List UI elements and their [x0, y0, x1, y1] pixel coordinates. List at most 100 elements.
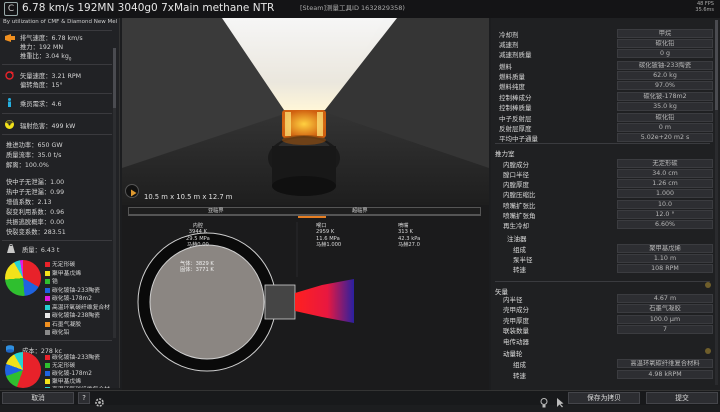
reflector-dropdown[interactable]: 碳化铅	[617, 113, 713, 122]
moderator-mass-label: 减速剂质量	[499, 51, 532, 59]
regen-label: 再生冷却	[503, 222, 529, 230]
fission-utilization: 裂变利用系数：0.96	[6, 209, 65, 216]
right-scrollbar-thumb[interactable]	[715, 20, 718, 110]
section-toggle-icon[interactable]	[705, 282, 711, 288]
inner-thickness-label: 内膛厚度	[503, 181, 529, 189]
liner-dropdown[interactable]: 无定形碳	[617, 159, 713, 168]
regen-field[interactable]: 6.60%	[617, 220, 713, 229]
flywheel-material-dropdown[interactable]: 高温环氧碳纤维复合材料	[617, 359, 713, 368]
avg-flux-field[interactable]: 5.02e+20 m2 s	[617, 133, 713, 142]
shell-material-label: 壳甲成分	[503, 306, 529, 314]
engine-render	[122, 18, 489, 205]
cancel-button[interactable]: 取消	[2, 392, 74, 404]
reflector-thickness-label: 反射层厚度	[499, 125, 532, 133]
left-scrollbar-thumb[interactable]	[113, 48, 116, 108]
design-subtitle: By utilization of CMF & Diamond New Melt…	[3, 19, 117, 25]
pump-radius-field[interactable]: 1.10 m	[617, 254, 713, 263]
submit-button[interactable]: 提交	[646, 392, 718, 404]
legend-swatch	[45, 387, 50, 388]
play-button[interactable]	[125, 184, 139, 198]
save-as-copy-button[interactable]: 保存为拷贝	[568, 392, 640, 404]
engine-config-panel: 冷却剂 甲烷 减速剂 碳化铅 减速剂质量 0 g 燃料 碳化铍铀-233陶瓷 燃料质量 62.0 …	[491, 18, 720, 390]
temperature-readout: 气体：3829 K 固体：3771 K	[180, 261, 214, 274]
window-title: 6.78 km/s 192MN 3040g0 7xMain methane NT…	[22, 2, 275, 14]
moderator-mass-field[interactable]: 0 g	[617, 49, 713, 58]
throat-radius-field[interactable]: 34.0 cm	[617, 169, 713, 178]
fuel-label: 燃料	[499, 63, 512, 71]
thrust-weight-ratio: 推重比：3.04 kg0	[20, 53, 72, 62]
cost-legend-item: 高温环氧碳纤维复合材	[45, 384, 110, 388]
app-logo-icon: C	[4, 2, 18, 16]
throat-radius-label: 膛口半径	[503, 171, 529, 179]
crew-requirement: 乘员需求：4.6	[20, 101, 62, 108]
thrust-power: 推进功率：650 GW	[6, 142, 63, 149]
injector-section-header[interactable]: 注油器	[507, 233, 527, 243]
fast-fission-factor: 快裂变系数：283.51	[6, 229, 66, 236]
flywheel-speed-field[interactable]: 4.98 kRPM	[617, 370, 713, 379]
mass-legend-item: 碳化铅	[45, 327, 69, 336]
crew-person-icon	[8, 98, 11, 107]
injector-material-label: 组成	[513, 246, 526, 254]
nozzle-angle-field[interactable]: 12.0 °	[617, 210, 713, 219]
engine-dimensions: 10.5 m x 10.5 m x 12.7 m	[144, 193, 233, 201]
engine-cross-section	[137, 222, 354, 372]
pump-radius-label: 泵半径	[513, 256, 533, 264]
engine-count-label: 联装数量	[503, 327, 529, 335]
pump-speed-field[interactable]: 108 RPM	[617, 264, 713, 273]
chamber-ratio-field[interactable]: 1.000	[617, 189, 713, 198]
vector-deflection: 偏转角度：15°	[20, 82, 63, 89]
chamber-section-header[interactable]: 推力室	[495, 148, 515, 158]
fuel-dropdown[interactable]: 碳化铍铀-233陶瓷	[617, 61, 713, 70]
flow-regime-bar	[128, 207, 481, 215]
legend-swatch	[45, 330, 50, 335]
section-toggle-icon[interactable]	[705, 348, 711, 354]
throat-conditions: 喉口 2959 K 11.6 MPa 马赫1.000	[316, 223, 342, 248]
fuel-mass-field[interactable]: 62.0 kg	[617, 71, 713, 80]
help-button[interactable]: ?	[78, 392, 90, 404]
vector-rotation-icon	[5, 71, 14, 80]
chamber-conditions: 内腔 3944 K 29.5 MPa 马赫0.00	[186, 223, 210, 248]
nozzle-angle-label: 喷嘴扩张角	[503, 212, 536, 220]
rocket-exhaust-icon	[5, 34, 15, 42]
fuel-purity-field[interactable]: 97.0%	[617, 81, 713, 90]
title-bar: C 6.78 km/s 192MN 3040g0 7xMain methane …	[0, 0, 720, 18]
radiation-icon	[5, 120, 14, 129]
steam-id-label: [Steam]测量工具ID 1632829358)	[300, 4, 405, 12]
legend-swatch	[45, 270, 50, 276]
engine-summary-panel: By utilization of CMF & Diamond New Melt…	[0, 18, 120, 388]
vector-speed: 矢量速度：3.21 RPM	[20, 73, 82, 80]
mass-flow: 质量流率：35.0 t/s	[6, 152, 62, 159]
moderator-dropdown[interactable]: 碳化铅	[617, 39, 713, 48]
engine-count-field[interactable]: 7	[617, 325, 713, 334]
coolant-dropdown[interactable]: 甲烷	[617, 29, 713, 38]
nozzle-ratio-field[interactable]: 10.0	[617, 200, 713, 209]
inner-radius-field[interactable]: 4.67 m	[617, 294, 713, 303]
settings-gear-icon[interactable]	[94, 393, 105, 407]
weight-icon	[7, 244, 15, 253]
lightbulb-icon[interactable]	[540, 393, 548, 408]
shell-material-dropdown[interactable]: 石墨气凝胶	[617, 304, 713, 313]
chamber-ratio-label: 内膛压缩比	[503, 191, 536, 199]
legend-swatch	[45, 296, 50, 301]
fuel-mass-label: 燃料质量	[499, 73, 525, 81]
legend-swatch	[45, 279, 50, 284]
engine-schematic: 亚临界 超临界 内腔 3944 K 29.5 MPa 马赫0.00 喉口 295…	[122, 205, 489, 390]
supersonic-label: 超临界	[352, 208, 368, 214]
section-divider	[495, 143, 710, 144]
cursor-icon[interactable]	[556, 393, 564, 408]
control-rod-dropdown[interactable]: 碳化铍-178m2	[617, 92, 713, 101]
flywheel-section-header[interactable]: 动量轮	[503, 348, 523, 358]
generator-label: 电传动器	[503, 338, 529, 346]
injector-material-dropdown[interactable]: 聚甲基戊烯	[617, 244, 713, 253]
nozzle-ratio-label: 喷嘴扩张比	[503, 202, 536, 210]
dissociation: 解离：100.0%	[6, 162, 49, 169]
fast-neutron-nonleakage: 快中子无泄漏：1.00	[6, 179, 65, 186]
mass-total: 质量：6.43 t	[22, 247, 60, 254]
reflector-thickness-field[interactable]: 0 m	[617, 123, 713, 132]
thermal-neutron-nonleakage: 热中子无泄漏：0.99	[6, 189, 65, 196]
shell-thickness-field[interactable]: 100.0 μm	[617, 315, 713, 324]
engine-3d-viewport[interactable]	[122, 18, 489, 205]
control-rod-label: 控制棒成分	[499, 94, 532, 102]
control-rod-mass-field[interactable]: 35.0 kg	[617, 102, 713, 111]
inner-thickness-field[interactable]: 1.26 cm	[617, 179, 713, 188]
